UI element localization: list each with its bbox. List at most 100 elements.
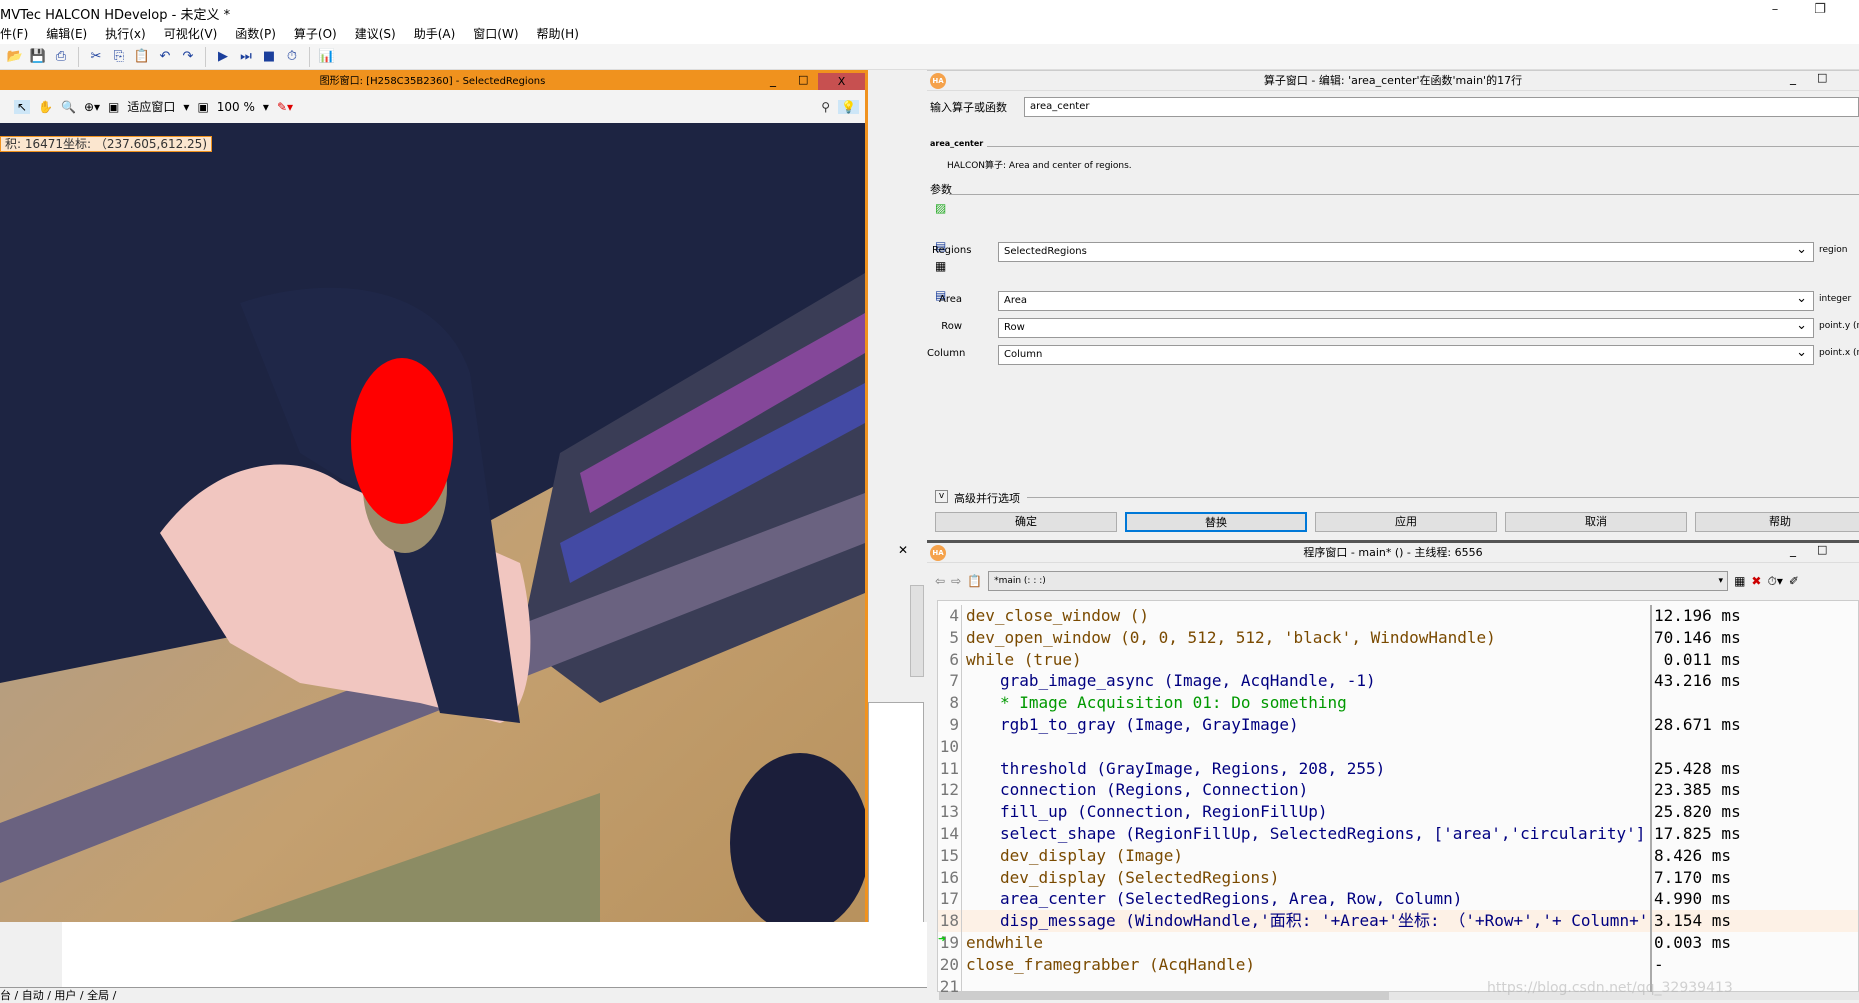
magnifier-icon[interactable]: 🔍 [61, 100, 76, 114]
param-type: point.x (re [1819, 348, 1859, 358]
calculator-icon[interactable]: ▦ [1734, 574, 1745, 588]
bottom-tabs[interactable]: 台 / 自动 / 用户 / 全局 / [0, 988, 927, 1003]
maximize-button[interactable]: □ [798, 73, 808, 86]
minimize-button[interactable]: _ [1790, 543, 1796, 557]
forward-arrow-icon[interactable]: ⇨ [951, 574, 961, 588]
param-row-select[interactable]: Row [998, 317, 1814, 338]
menu-item[interactable]: 件(F) [0, 24, 28, 44]
code-line[interactable]: 19 endwhile 0.003 ms ➜ [938, 932, 1858, 954]
param-regions-select[interactable]: SelectedRegions [998, 241, 1814, 262]
code-line[interactable]: 7 grab_image_async (Image, AcqHandle, -1)… [938, 670, 1859, 693]
param-label: Column [927, 348, 966, 359]
fit-window-button[interactable]: 适应窗口 [127, 98, 175, 115]
save-icon[interactable]: 💾 [29, 48, 47, 66]
toolbar-separator [205, 46, 206, 67]
menu-item[interactable]: 窗口(W) [473, 24, 518, 44]
restore-button[interactable]: ❐ [1805, 2, 1835, 22]
code-line[interactable]: 14 select_shape (RegionFillUp, SelectedRe… [938, 823, 1858, 845]
menu-item[interactable]: 函数(P) [235, 24, 276, 44]
code-line[interactable]: 18 disp_message (WindowHandle,'面积: '+Area… [938, 910, 1858, 933]
stopwatch-icon[interactable]: ⏱▾ [1767, 574, 1782, 589]
code-line[interactable]: 11 threshold (GrayImage, Regions, 208, 25… [938, 757, 1858, 780]
replace-button[interactable]: 替换 [1125, 512, 1307, 532]
minimize-button[interactable]: – [1760, 2, 1790, 22]
operator-input[interactable]: area_center [1024, 97, 1859, 117]
menu-item[interactable]: 算子(O) [294, 24, 337, 44]
scrollbar[interactable] [910, 585, 924, 677]
minimize-button[interactable]: _ [1790, 71, 1796, 85]
ok-button[interactable]: 确定 [935, 512, 1117, 532]
program-window: 程序窗口 - main* () - 主线程: 6556 HA _ □ ⇦ ⇨ 📋… [927, 540, 1859, 1003]
stop-icon[interactable]: ■ [260, 48, 278, 66]
menu-item[interactable]: 助手(A) [414, 24, 456, 44]
code-line[interactable]: 13 fill_up (Connection, RegionFillUp) 25.8… [938, 801, 1858, 824]
execution-time: 43.216 ms [1650, 670, 1859, 693]
print-icon[interactable]: ⎙ [52, 48, 70, 66]
copy-icon[interactable]: ⎘ [110, 48, 128, 66]
procedure-select[interactable]: *main (: : :) ▾ [988, 571, 1729, 591]
code-line[interactable]: 17 area_center (SelectedRegions, Area, Ro… [938, 888, 1858, 911]
code-line[interactable]: 5 dev_open_window (0, 0, 512, 512, 'black… [938, 626, 1858, 649]
code-line[interactable]: 10 [938, 735, 1858, 758]
param-area-select[interactable]: Area [998, 290, 1814, 311]
paste-icon[interactable]: 📋 [133, 48, 151, 66]
code-line[interactable]: 20 close_framegrabber (AcqHandle) - [938, 953, 1858, 976]
help-button[interactable]: 帮助 [1695, 512, 1859, 532]
paint-icon[interactable]: ✎▾ [277, 100, 293, 114]
zoom-icon[interactable]: ⊕▾ [84, 100, 100, 114]
iconic-input-icon: ▨ [935, 201, 947, 215]
step-icon[interactable]: ⏭ [237, 48, 255, 66]
3d-plot-icon[interactable]: ⚲ [821, 100, 830, 114]
menu-item[interactable]: 编辑(E) [46, 24, 87, 44]
run-icon[interactable]: ▶ [214, 48, 232, 66]
brush-icon[interactable]: ✐ [1789, 574, 1799, 588]
line-number: 18 [938, 910, 962, 933]
menu-item[interactable]: 帮助(H) [537, 24, 579, 44]
code-line[interactable]: 12 connection (Regions, Connection) 23.385… [938, 779, 1858, 802]
line-number: 4 [938, 605, 962, 627]
param-column-select[interactable]: Column [998, 344, 1814, 365]
close-button[interactable]: X [818, 73, 865, 90]
param-label: Row [941, 321, 962, 332]
clipboard-icon[interactable]: 📋 [967, 574, 982, 588]
graphics-window-title: 图形窗口: [H258C35B2360] - SelectedRegions [0, 73, 865, 90]
close-icon[interactable]: ✕ [898, 543, 908, 557]
chevron-down-icon[interactable]: ▾ [263, 100, 269, 114]
back-arrow-icon[interactable]: ⇦ [935, 574, 945, 588]
maximize-button[interactable]: □ [1817, 543, 1827, 556]
code-text: close_framegrabber (AcqHandle) [966, 954, 1255, 974]
code-line[interactable]: 4 dev_close_window () 12.196 ms [938, 605, 1858, 627]
menu-item[interactable]: 可视化(V) [164, 24, 218, 44]
clear-breakpoints-icon[interactable]: ✖ [1751, 574, 1761, 588]
advanced-toggle[interactable]: v [935, 490, 948, 503]
profiler-icon[interactable]: ⏱ [283, 48, 301, 66]
param-type: region [1819, 245, 1848, 255]
minimize-button[interactable]: _ [770, 73, 776, 87]
cut-icon[interactable]: ✂ [87, 48, 105, 66]
code-line[interactable]: 16 dev_display (SelectedRegions) 7.170 ms [938, 866, 1858, 889]
menu-item[interactable]: 执行(x) [105, 24, 145, 44]
menu-item[interactable]: 建议(S) [355, 24, 396, 44]
code-editor[interactable]: 4 dev_close_window () 12.196 ms 5 dev_open_w… [937, 600, 1859, 998]
open-icon[interactable]: 📂 [6, 48, 24, 66]
toolbar-separator [309, 46, 310, 67]
code-line[interactable]: 8 * Image Acquisition 01: Do something [938, 692, 1858, 715]
zoom-level[interactable]: 100 % [217, 100, 255, 114]
lightbulb-icon[interactable]: 💡 [838, 99, 859, 114]
code-line[interactable]: 6 while (true) 0.011 ms [938, 648, 1858, 671]
halcon-logo-icon: HA [930, 545, 946, 561]
pointer-icon[interactable]: ↖ [14, 99, 31, 114]
fit-window-icon[interactable]: ▣ [108, 100, 119, 114]
chevron-down-icon[interactable]: ▾ [183, 100, 189, 114]
redo-icon[interactable]: ↷ [179, 48, 197, 66]
undo-icon[interactable]: ↶ [156, 48, 174, 66]
code-line[interactable]: 9 rgb1_to_gray (Image, GrayImage) 28.671 m… [938, 714, 1858, 736]
pan-hand-icon[interactable]: ✋ [38, 100, 53, 114]
camera-image-scene [0, 123, 865, 922]
title-bar: MVTec HALCON HDevelop - 未定义 * – ❐ [0, 0, 1859, 24]
maximize-button[interactable]: □ [1817, 71, 1827, 84]
cancel-button[interactable]: 取消 [1505, 512, 1687, 532]
apply-button[interactable]: 应用 [1315, 512, 1497, 532]
code-line[interactable]: 15 dev_display (Image) 8.426 ms [938, 844, 1858, 867]
histogram-icon[interactable]: 📊 [318, 48, 336, 66]
